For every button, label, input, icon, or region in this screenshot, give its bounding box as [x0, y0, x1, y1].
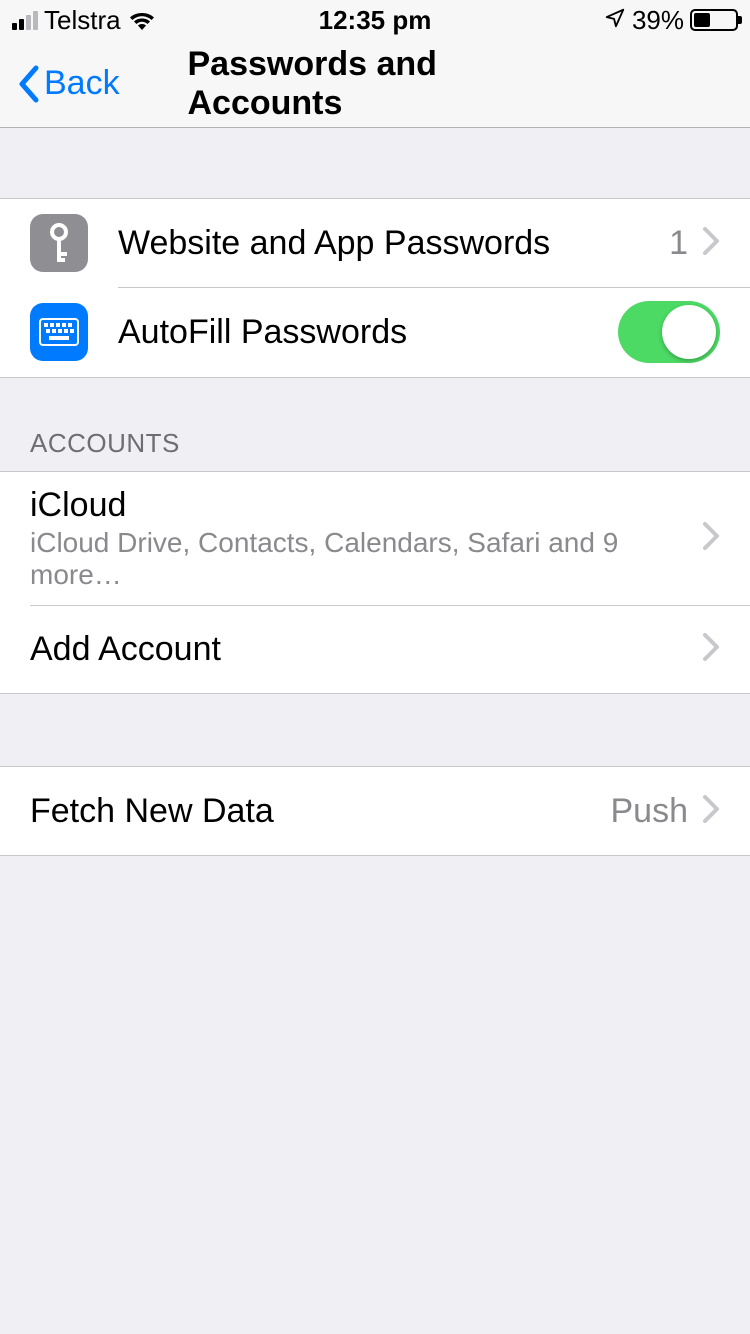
status-right: 39%: [604, 5, 738, 36]
chevron-left-icon: [16, 64, 40, 104]
website-app-passwords-row[interactable]: Website and App Passwords 1: [0, 199, 750, 287]
cellular-signal-icon: [12, 10, 38, 30]
account-icloud-row[interactable]: iCloud iCloud Drive, Contacts, Calendars…: [0, 472, 750, 605]
battery-icon: [690, 9, 738, 31]
chevron-right-icon: [702, 794, 720, 829]
battery-percent: 39%: [632, 5, 684, 36]
autofill-toggle[interactable]: [618, 301, 720, 363]
passwords-group: Website and App Passwords 1 AutoFill Pas…: [0, 198, 750, 378]
location-icon: [604, 5, 626, 36]
status-left: Telstra: [12, 5, 157, 36]
fetch-group: Fetch New Data Push: [0, 766, 750, 856]
navigation-bar: Back Passwords and Accounts: [0, 40, 750, 128]
status-time: 12:35 pm: [319, 5, 432, 36]
page-title: Passwords and Accounts: [188, 45, 563, 123]
row-subtitle: iCloud Drive, Contacts, Calendars, Safar…: [30, 527, 702, 591]
chevron-right-icon: [702, 226, 720, 261]
key-icon: [30, 214, 88, 272]
chevron-right-icon: [702, 632, 720, 667]
autofill-passwords-row: AutoFill Passwords: [0, 287, 750, 377]
status-bar: Telstra 12:35 pm 39%: [0, 0, 750, 40]
password-count: 1: [669, 224, 688, 263]
row-title: Add Account: [30, 630, 702, 669]
add-account-row[interactable]: Add Account: [0, 605, 750, 693]
accounts-section-header: ACCOUNTS: [0, 378, 750, 471]
keyboard-icon: [30, 303, 88, 361]
fetch-value: Push: [611, 792, 689, 831]
chevron-right-icon: [702, 521, 720, 556]
carrier-label: Telstra: [44, 5, 121, 36]
back-label: Back: [44, 64, 120, 103]
row-title: Fetch New Data: [30, 792, 611, 831]
accounts-group: iCloud iCloud Drive, Contacts, Calendars…: [0, 471, 750, 694]
fetch-new-data-row[interactable]: Fetch New Data Push: [0, 767, 750, 855]
row-title: AutoFill Passwords: [118, 313, 618, 352]
back-button[interactable]: Back: [16, 64, 120, 104]
wifi-icon: [127, 9, 157, 31]
row-title: Website and App Passwords: [118, 224, 669, 263]
row-title: iCloud: [30, 486, 702, 525]
